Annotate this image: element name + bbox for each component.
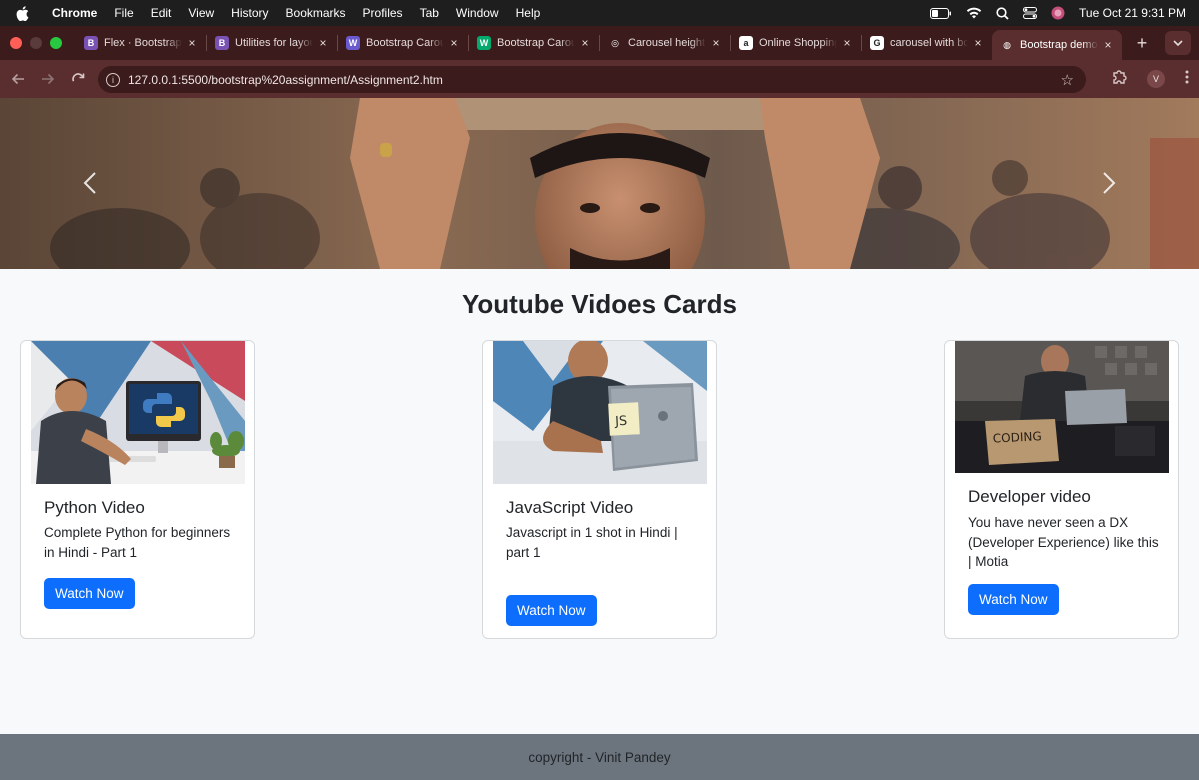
menubar-clock[interactable]: Tue Oct 21 9:31 PM <box>1079 6 1186 20</box>
browser-tab-4[interactable]: W Bootstrap Carousel × <box>469 26 599 60</box>
address-url[interactable]: 127.0.0.1:5500/bootstrap%20assignment/As… <box>128 73 443 87</box>
carousel-prev-button[interactable] <box>70 158 110 208</box>
control-center-icon[interactable] <box>1023 7 1038 19</box>
close-tab-icon[interactable]: × <box>841 36 853 50</box>
w3-icon: W <box>346 36 360 50</box>
close-tab-icon[interactable]: × <box>186 36 198 50</box>
browser-tab-6[interactable]: a Online Shopping × <box>731 26 861 60</box>
menu-profiles[interactable]: Profiles <box>363 6 403 20</box>
tab-title: Carousel height <box>628 37 706 49</box>
tab-title: Online Shopping <box>759 37 837 49</box>
card-thumbnail-javascript: JS <box>493 341 707 484</box>
site-info-icon[interactable]: i <box>106 72 120 87</box>
minimize-window-button[interactable] <box>30 37 42 49</box>
window-controls <box>10 37 62 49</box>
fullscreen-window-button[interactable] <box>50 37 62 49</box>
tab-title: Bootstrap demo <box>1020 39 1098 51</box>
browser-tab-3[interactable]: W Bootstrap Carousel × <box>338 26 468 60</box>
apple-icon[interactable] <box>16 5 32 21</box>
tab-title: Utilities for layout <box>235 37 313 49</box>
hero-carousel <box>0 98 1199 269</box>
card-title: Python Video <box>44 498 145 517</box>
bookmark-star-icon[interactable]: ☆ <box>1061 71 1074 89</box>
close-tab-icon[interactable]: × <box>1102 38 1114 52</box>
carousel-next-button[interactable] <box>1089 158 1129 208</box>
card-text: Javascript in 1 shot in Hindi | part 1 <box>506 525 678 560</box>
tab-title: carousel with bootstrap <box>890 37 968 49</box>
card-thumbnail-developer: CODING <box>955 341 1169 473</box>
card-text: Complete Python for beginners in Hindi -… <box>44 525 231 560</box>
menu-history[interactable]: History <box>231 6 268 20</box>
siri-icon[interactable] <box>1051 6 1065 20</box>
forward-button[interactable] <box>33 72 63 86</box>
extensions-icon[interactable] <box>1111 69 1127 90</box>
spotlight-search-icon[interactable] <box>996 6 1009 20</box>
browser-tab-2[interactable]: B Utilities for layout × <box>207 26 337 60</box>
card-title: Developer video <box>968 487 1091 506</box>
video-card-python: Python Video Complete Python for beginne… <box>20 340 255 639</box>
profile-avatar[interactable]: V <box>1147 70 1165 88</box>
menu-window[interactable]: Window <box>456 6 499 20</box>
tab-search-button[interactable] <box>1165 31 1191 55</box>
page-title: Youtube Vidoes Cards <box>462 289 737 319</box>
globe-icon: ◍ <box>1000 38 1014 52</box>
video-card-javascript: JS JavaScript Video Javascript in 1 shot… <box>482 340 717 639</box>
menu-bookmarks[interactable]: Bookmarks <box>286 6 346 20</box>
tab-title: Flex · Bootstrap <box>104 37 182 49</box>
browser-tab-7[interactable]: Gcarousel with bootstrap × <box>862 26 992 60</box>
browser-tab-strip: B Flex · Bootstrap × B Utilities for layout ×… <box>0 26 1199 60</box>
close-tab-icon[interactable]: × <box>579 36 591 50</box>
browser-tab-8[interactable]: ◍ Bootstrap demo × <box>992 30 1122 60</box>
menu-help[interactable]: Help <box>516 6 541 20</box>
browser-toolbar: i 127.0.0.1:5500/bootstrap%20assignment/… <box>0 60 1199 98</box>
menu-view[interactable]: View <box>188 6 214 20</box>
footer-copyright: copyright - Vinit Pandey <box>528 749 671 765</box>
video-card-developer: CODING Developer video You have never se… <box>944 340 1179 639</box>
new-tab-button[interactable]: + <box>1132 33 1152 54</box>
card-thumbnail-python <box>31 341 245 484</box>
menu-tab[interactable]: Tab <box>420 6 439 20</box>
close-tab-icon[interactable]: × <box>448 36 460 50</box>
menu-app-chrome[interactable]: Chrome <box>52 6 97 20</box>
bootstrap-icon: B <box>215 36 229 50</box>
bootstrap-icon: B <box>84 36 98 50</box>
macos-menu-bar: Chrome File Edit View History Bookmarks … <box>0 0 1199 26</box>
w-icon: W <box>477 36 491 50</box>
browser-tab-5[interactable]: ◎ Carousel height × <box>600 26 730 60</box>
close-tab-icon[interactable]: × <box>710 36 722 50</box>
wifi-icon[interactable] <box>966 7 982 19</box>
watch-now-button[interactable]: Watch Now <box>506 595 597 626</box>
carousel-slide-image <box>0 98 1199 269</box>
card-text: You have never seen a DX (Developer Expe… <box>968 515 1159 569</box>
menu-file[interactable]: File <box>114 6 133 20</box>
page-footer: copyright - Vinit Pandey <box>0 734 1199 780</box>
watch-now-button[interactable]: Watch Now <box>968 584 1059 615</box>
tab-title: Bootstrap Carousel <box>497 37 575 49</box>
battery-icon[interactable] <box>930 7 952 19</box>
svg-text:CODING: CODING <box>992 429 1042 446</box>
amazon-icon: a <box>739 36 753 50</box>
card-title: JavaScript Video <box>506 498 634 517</box>
browser-tab-1[interactable]: B Flex · Bootstrap × <box>76 26 206 60</box>
close-tab-icon[interactable]: × <box>317 36 329 50</box>
reload-button[interactable] <box>63 72 93 86</box>
close-tab-icon[interactable]: × <box>972 36 984 50</box>
tab-title: Bootstrap Carousel <box>366 37 444 49</box>
address-bar[interactable]: i 127.0.0.1:5500/bootstrap%20assignment/… <box>98 66 1086 93</box>
back-button[interactable] <box>3 72 33 86</box>
chrome-menu-icon[interactable] <box>1185 70 1189 89</box>
watch-now-button[interactable]: Watch Now <box>44 578 135 609</box>
svg-text:JS: JS <box>614 414 628 430</box>
menu-edit[interactable]: Edit <box>151 6 172 20</box>
openai-icon: ◎ <box>608 36 622 50</box>
close-window-button[interactable] <box>10 37 22 49</box>
google-icon: G <box>870 36 884 50</box>
